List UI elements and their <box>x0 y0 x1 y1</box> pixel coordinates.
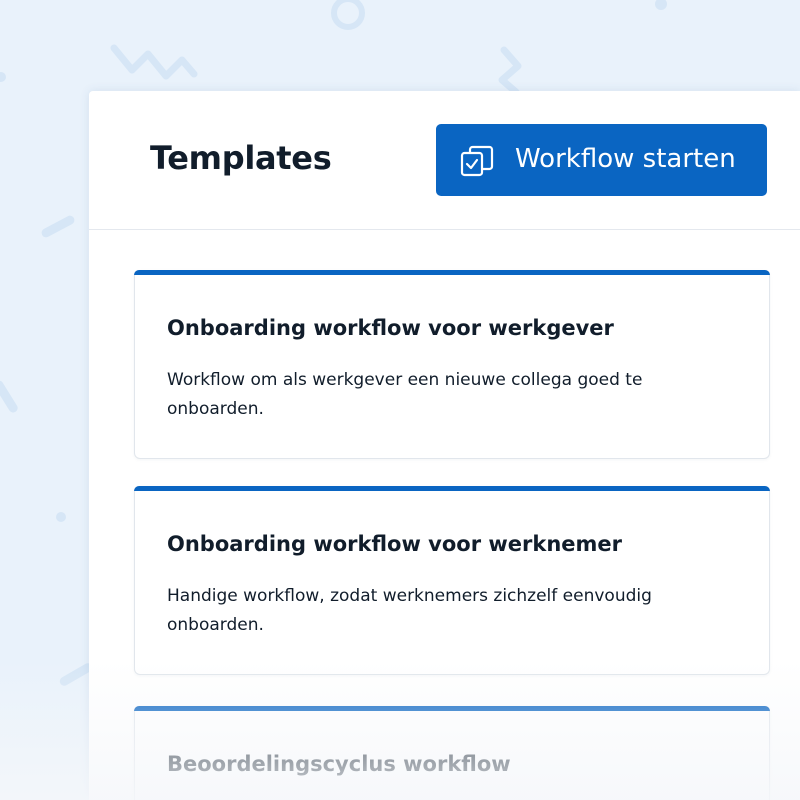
copy-check-icon <box>460 145 494 177</box>
start-workflow-label: Workflow starten <box>515 144 736 174</box>
page-title: Templates <box>150 139 332 177</box>
decorative-dash <box>0 378 20 415</box>
decorative-dash <box>39 214 77 239</box>
template-description: Workflow om als werkgever een nieuwe col… <box>167 370 643 419</box>
decorative-zigzag <box>110 44 198 80</box>
templates-panel: Templates Workflow starten Onboarding wo… <box>89 91 800 800</box>
template-card[interactable]: Beoordelingscyclus workflow <box>134 706 770 800</box>
template-title: Onboarding workflow voor werkgever <box>167 316 614 340</box>
decorative-dot <box>655 0 667 10</box>
template-description: Handige workflow, zodat werknemers zichz… <box>167 586 652 635</box>
template-card[interactable]: Onboarding workflow voor werknemer Handi… <box>134 486 770 675</box>
decorative-ring <box>331 0 365 30</box>
decorative-dot <box>0 72 6 82</box>
template-card[interactable]: Onboarding workflow voor werkgever Workf… <box>134 270 770 459</box>
decorative-zigzag <box>498 46 522 94</box>
panel-header: Templates Workflow starten <box>89 91 800 230</box>
decorative-dot <box>56 512 66 522</box>
start-workflow-button[interactable]: Workflow starten <box>436 124 767 196</box>
template-title: Beoordelingscyclus workflow <box>167 752 511 776</box>
template-title: Onboarding workflow voor werknemer <box>167 532 623 556</box>
